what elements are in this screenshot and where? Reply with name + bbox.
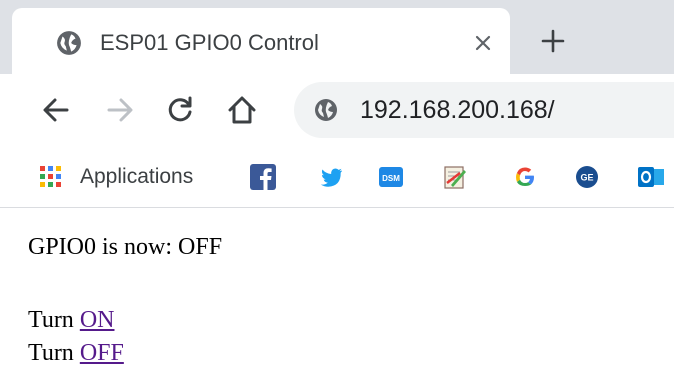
close-icon <box>475 35 491 51</box>
toolbar: 192.168.200.168/ <box>0 74 674 146</box>
home-icon <box>228 96 256 124</box>
forward-button[interactable] <box>100 90 140 130</box>
plus-icon <box>541 29 565 53</box>
address-bar[interactable]: 192.168.200.168/ <box>294 82 674 138</box>
svg-text:DSM: DSM <box>382 174 400 183</box>
home-button[interactable] <box>222 90 262 130</box>
turn-on-link[interactable]: ON <box>80 307 115 333</box>
turn-on-line: Turn ON <box>28 305 114 335</box>
tab-title: ESP01 GPIO0 Control <box>100 30 319 55</box>
tab-active[interactable]: ESP01 GPIO0 Control <box>12 8 510 74</box>
turn-off-line: Turn OFF <box>28 338 124 368</box>
back-button[interactable] <box>36 90 76 130</box>
applications-label: Applications <box>80 165 194 188</box>
svg-text:GE: GE <box>580 173 593 183</box>
bookmark-twitter[interactable] <box>318 162 344 192</box>
arrow-right-icon <box>107 98 133 122</box>
ge-icon: GE <box>576 166 598 188</box>
gpio-status-text: GPIO0 is now: OFF <box>28 234 223 260</box>
bookmark-dsm[interactable]: DSM <box>378 162 404 192</box>
arrow-left-icon <box>43 98 69 122</box>
facebook-icon <box>250 164 276 190</box>
bookmark-facebook[interactable] <box>250 162 276 192</box>
bookmark-ge[interactable]: GE <box>574 162 600 192</box>
bookmark-outlook[interactable] <box>638 162 664 192</box>
turn-on-prefix: Turn <box>28 307 74 333</box>
new-tab-button[interactable] <box>534 22 572 60</box>
outlook-icon <box>638 167 664 187</box>
globe-icon <box>57 31 81 55</box>
tab-close-button[interactable] <box>466 26 500 60</box>
bookmark-applications[interactable]: Applications <box>40 162 193 192</box>
twitter-icon <box>320 168 342 187</box>
page-content: GPIO0 is now: OFF Turn ON Turn OFF <box>0 210 674 369</box>
notepad-icon <box>444 166 466 189</box>
reload-button[interactable] <box>160 90 200 130</box>
url-text[interactable]: 192.168.200.168/ <box>360 94 555 126</box>
apps-grid-icon <box>40 166 61 187</box>
bookmark-notepad[interactable] <box>442 162 468 192</box>
bookmark-google[interactable] <box>512 162 538 192</box>
turn-off-prefix: Turn <box>28 340 74 366</box>
google-icon <box>516 167 534 186</box>
dsm-icon: DSM <box>379 167 403 187</box>
bookmarks-bar: Applications DSM GE <box>0 146 674 208</box>
reload-icon <box>168 96 192 122</box>
globe-icon[interactable] <box>314 98 338 122</box>
turn-off-link[interactable]: OFF <box>80 340 124 366</box>
tab-strip: ESP01 GPIO0 Control <box>0 0 674 74</box>
